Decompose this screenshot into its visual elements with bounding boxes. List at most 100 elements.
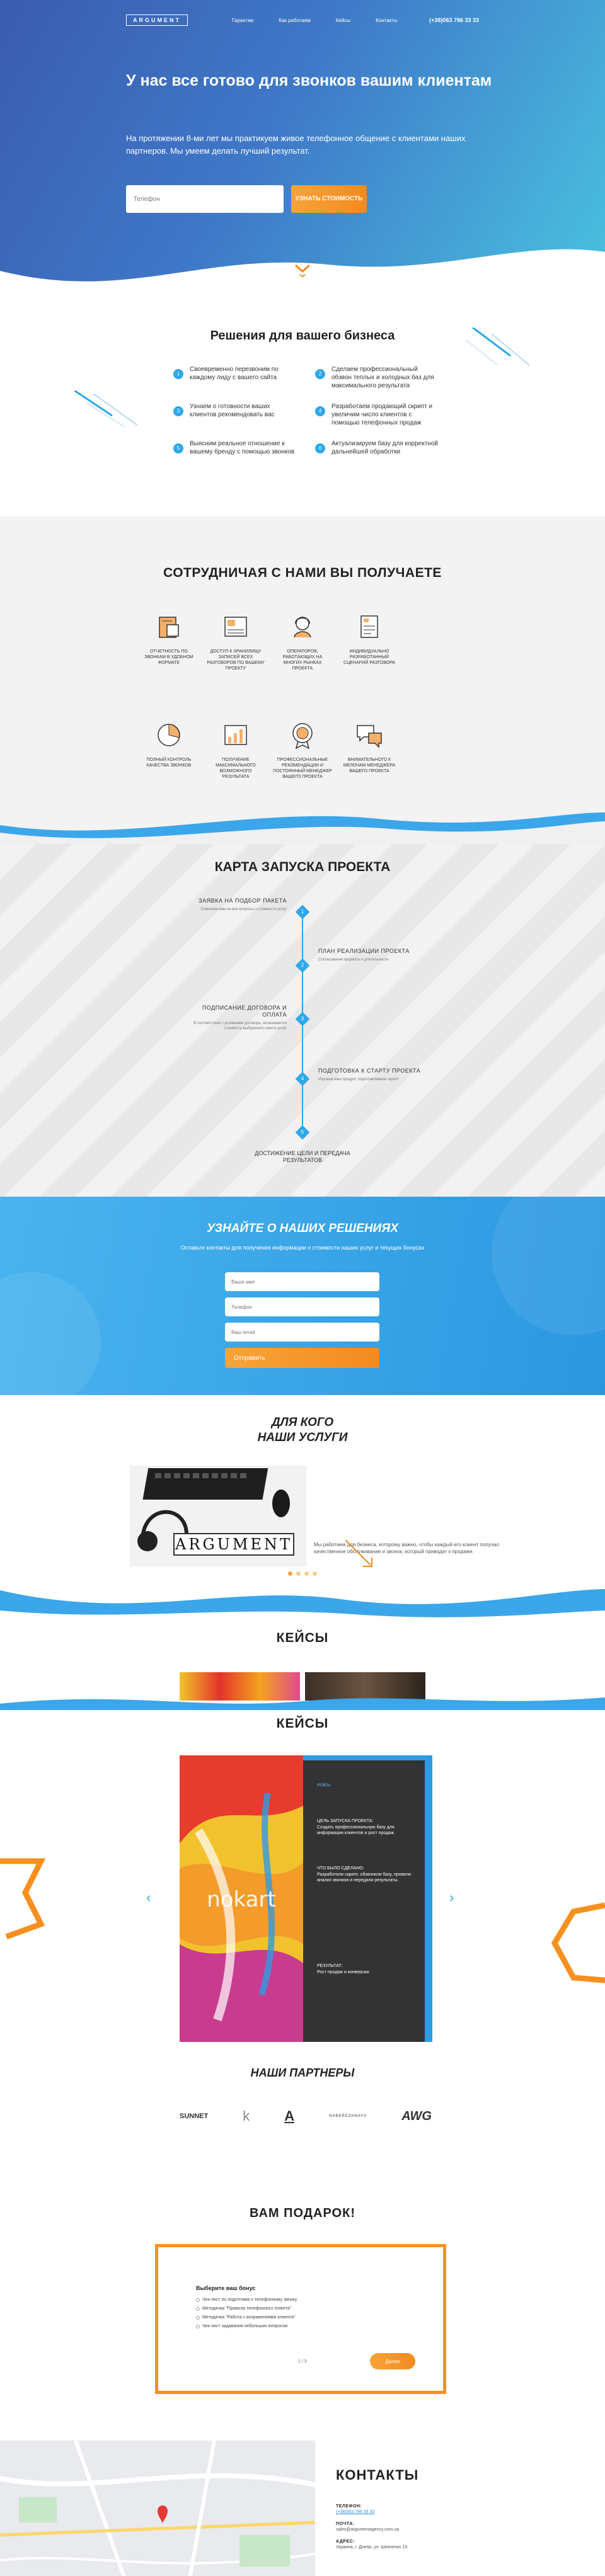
- submit-button[interactable]: Отправить: [225, 1348, 379, 1368]
- phone-link[interactable]: (+38)063 786 33 33: [336, 2510, 374, 2514]
- bonus-option[interactable]: Чек-лист по подготовке к телефонному зво…: [196, 2298, 297, 2302]
- solution-item: 3 Узнаем о готовности ваших клиентов реко…: [173, 402, 296, 427]
- orange-arrow-decoration: [345, 1540, 372, 1567]
- step-number: 1: [173, 369, 183, 379]
- nav-link-how-we-work[interactable]: Как работаем: [279, 18, 311, 23]
- radio-button[interactable]: [196, 2324, 200, 2328]
- step-desc: Согласование формата и длительности: [318, 958, 389, 962]
- email-input[interactable]: [225, 1323, 379, 1342]
- nav-phone[interactable]: (+38)063 786 33 33: [429, 17, 479, 23]
- solution-text: Сделаем профессиональный обзвон теплых и…: [331, 366, 434, 389]
- step-number: 5: [173, 443, 183, 453]
- partner-logo-k[interactable]: k: [243, 2108, 250, 2124]
- slider-dots: [0, 1571, 605, 1576]
- cases-title: КЕЙСЫ: [276, 1631, 329, 1645]
- hero-phone-input[interactable]: [126, 185, 284, 213]
- step-number: 5: [301, 1129, 304, 1135]
- hexagon-decoration: [0, 1858, 46, 1940]
- solution-item: 4 Разработаем продающий скрипт и увеличим…: [315, 402, 438, 427]
- logo[interactable]: ARGUMENT: [126, 14, 188, 26]
- solution-item: 6 Актуализируем базу для корректной дальн…: [315, 440, 438, 456]
- document-icon: [360, 615, 378, 638]
- next-arrow-icon[interactable]: ›: [449, 1889, 454, 1906]
- slider-dot[interactable]: [296, 1571, 301, 1576]
- slider-dot[interactable]: [288, 1571, 292, 1576]
- bonus-option[interactable]: Методичка "Правила телефонного этикета": [196, 2306, 291, 2311]
- hero-section: ARGUMENT Гарантии Как работаем Кейсы Кон…: [0, 0, 605, 302]
- hexagon-decoration: [551, 1902, 605, 1983]
- prev-arrow-icon[interactable]: ‹: [146, 1889, 151, 1906]
- solution-text: Выясним реальное отношение к вашему брен…: [190, 440, 295, 455]
- next-button[interactable]: Далее: [370, 2353, 415, 2369]
- phone-label: ТЕЛЕФОН:: [336, 2504, 362, 2509]
- slider-dot[interactable]: [313, 1571, 317, 1576]
- benefits-section: СОТРУДНИЧАЯ С НАМИ ВЫ ПОЛУЧАЕТЕ ОТЧЕТНОС…: [0, 516, 605, 844]
- audience-title: ДЛЯ КОГО НАШИ УСЛУГИ: [0, 1395, 605, 1445]
- roadmap-step: ЗАЯВКА НА ПОДБОР ПАКЕТА Отвечаем вам на …: [180, 898, 287, 912]
- nav-links: Гарантии Как работаем Кейсы Контакты: [232, 18, 398, 23]
- quiz-question: Выберите ваш бонус: [196, 2285, 256, 2291]
- case-result: Рост продаж и конверсии.: [317, 1970, 371, 1975]
- step-number: 2: [315, 369, 325, 379]
- nav-link-guarantees[interactable]: Гарантии: [232, 18, 253, 23]
- partner-logo-a[interactable]: A: [284, 2108, 294, 2124]
- benefit-text: ОТЧЕТНОСТЬ ПО ЗВОНКАМ В УДОБНОМ ФОРМАТЕ: [144, 649, 193, 665]
- radio-button[interactable]: [196, 2298, 200, 2302]
- bonus-option[interactable]: Методичка "Работа с возражениями клиента…: [196, 2315, 296, 2320]
- circle-decoration: [0, 1272, 101, 1395]
- benefit-item: ПОЛНЫЙ КОНТРОЛЬ КАЧЕСТВА ЗВОНКОВ: [135, 719, 202, 780]
- partner-logo-awg[interactable]: AWG: [401, 2109, 432, 2124]
- radio-button[interactable]: [196, 2306, 200, 2311]
- benefits-row: ОТЧЕТНОСТЬ ПО ЗВОНКАМ В УДОБНОМ ФОРМАТЕ …: [135, 611, 470, 671]
- solution-text: Разработаем продающий скрипт и увеличим …: [331, 403, 433, 426]
- solution-text: Актуализируем базу для корректной дальне…: [331, 440, 438, 455]
- nav-link-cases[interactable]: Кейсы: [336, 18, 350, 23]
- chevron-down-icon[interactable]: [294, 263, 311, 277]
- case-panel-border: [303, 1755, 432, 2042]
- bar-chart-icon: [224, 725, 247, 745]
- partner-logo-naberezhnaya[interactable]: NABEREZHNAYA: [329, 2114, 367, 2118]
- benefit-text: ОПЕРАТОРОВ, РАБОТАЮЩИХ НА МНОГИХ РЫНКАХ …: [282, 649, 323, 671]
- brand-logo: nokart: [207, 1887, 276, 1912]
- benefit-item: ПОЛУЧЕНИЕ МАКСИМАЛЬНОГО ВОЗМОЖНОГО РЕЗУЛ…: [202, 719, 269, 780]
- benefit-item: ДОСТУП К ХРАНИЛИЩУ ЗАПИСЕЙ ВСЕХ РАЗГОВОР…: [202, 611, 269, 671]
- slider-dot[interactable]: [304, 1571, 309, 1576]
- map-image: [0, 2441, 315, 2576]
- contact-address: АДРЕС: Украина, г. Днепр, ул. Шевченко 10: [336, 2539, 407, 2550]
- keyboard-headset-image: ARGUMENT: [130, 1466, 306, 1566]
- map[interactable]: [0, 2441, 315, 2576]
- phone-input[interactable]: [225, 1297, 379, 1316]
- gift-title: ВАМ ПОДАРОК!: [250, 2206, 355, 2220]
- recordings-icon: [224, 617, 247, 637]
- radio-button[interactable]: [196, 2315, 200, 2320]
- name-input[interactable]: [225, 1272, 379, 1291]
- solution-text: Узнаем о готовности ваших клиентов реком…: [190, 403, 275, 418]
- partners-section: НАШИ ПАРТНЕРЫ SUNNET k A NABEREZHNAYA AW…: [0, 2063, 605, 2189]
- roadmap-title: КАРТА ЗАПУСКА ПРОЕКТА: [214, 860, 391, 874]
- case-done-label: ЧТО БЫЛО СДЕЛАНО:: [317, 1866, 364, 1871]
- benefits-row: ПОЛНЫЙ КОНТРОЛЬ КАЧЕСТВА ЗВОНКОВ ПОЛУЧЕН…: [135, 719, 470, 780]
- step-number: 3: [173, 406, 183, 416]
- case-goal-label: ЦЕЛЬ ЗАПУСКА ПРОЕКТА:: [317, 1819, 374, 1823]
- step-number: 2: [301, 962, 304, 968]
- diagonal-lines-decoration: [466, 328, 530, 366]
- nav-link-contacts[interactable]: Контакты: [376, 18, 398, 23]
- step-desc: Отвечаем вам на все вопросы о стоимости …: [200, 908, 287, 911]
- bonus-option-label: Чек-лист по подготовке к телефонному зво…: [202, 2298, 297, 2302]
- headset-icon: ARGUMENT: [130, 1466, 306, 1566]
- contact-phone: ТЕЛЕФОН: (+38)063 786 33 33: [336, 2504, 374, 2515]
- hero-subtitle: На протяжении 8-ми лет мы практикуем жив…: [126, 134, 466, 156]
- bonus-option[interactable]: Чек-лист задавания небольших вопросов: [196, 2324, 287, 2328]
- benefit-item: ОПЕРАТОРОВ, РАБОТАЮЩИХ НА МНОГИХ РЫНКАХ …: [269, 611, 336, 671]
- case-image: nokart: [180, 1755, 303, 2042]
- solution-item: 2 Сделаем профессиональный обзвон теплых …: [315, 365, 438, 390]
- step-desc: Изучаем ваш продукт, подготавливаем скри…: [318, 1078, 399, 1081]
- get-price-button[interactable]: УЗНАТЬ СТОИМОСТЬ: [291, 185, 367, 213]
- benefit-text: ВНИМАТЕЛЬНОГО К МЕЛОЧАМ МЕНЕДЖЕРА ВАШЕГО…: [343, 758, 396, 773]
- case-result-label: РЕЗУЛЬТАТ:: [317, 1964, 343, 1968]
- benefit-item: ОТЧЕТНОСТЬ ПО ЗВОНКАМ В УДОБНОМ ФОРМАТЕ: [135, 611, 202, 671]
- email-value[interactable]: sales@argumentagency.com.ua: [336, 2528, 399, 2532]
- step-number: 3: [301, 1016, 304, 1022]
- partner-logo-sunnet[interactable]: SUNNET: [180, 2112, 208, 2120]
- step-desc: В соответствии с условиями договора, опл…: [193, 1022, 287, 1030]
